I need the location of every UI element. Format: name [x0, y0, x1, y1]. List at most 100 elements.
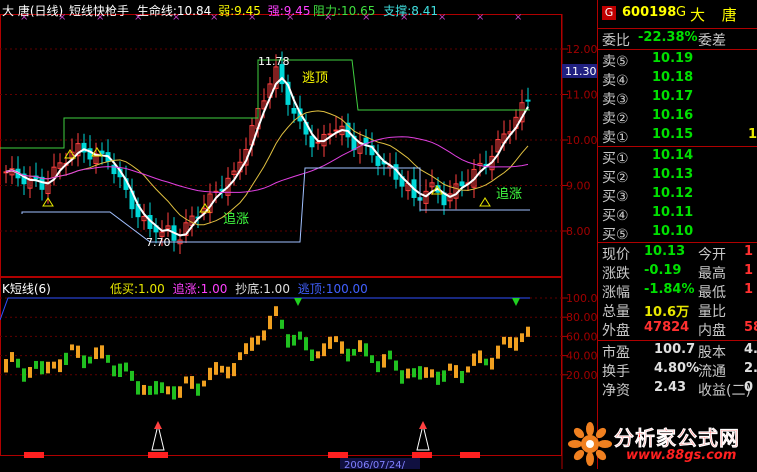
ask-label: 卖④: [602, 73, 629, 89]
oscillator-bar: [28, 367, 32, 378]
bid-label: 买⑤: [602, 227, 629, 243]
bid-row: 买③ 10.12: [598, 186, 757, 205]
oscillator-bar: [172, 386, 176, 400]
oscillator-bar: [100, 345, 104, 359]
low-marker: 7.70: [146, 236, 171, 249]
sub-tick-label: 40.00: [566, 350, 597, 363]
price-tick-label: 12.00: [566, 43, 597, 56]
ask-price: 10.19: [652, 51, 694, 66]
sell-arrow-icon: [512, 298, 520, 306]
oscillator-bar: [418, 366, 422, 380]
ask-label: 卖⑤: [602, 54, 629, 70]
oscillator-bar: [460, 371, 464, 384]
indicator-name: 短线快枪手: [69, 4, 130, 18]
divider: [598, 49, 757, 50]
ask-volume: 1: [748, 127, 757, 142]
oscillator-bar: [346, 348, 350, 362]
ask-row: 卖① 10.15 1: [598, 127, 757, 146]
oscillator-bar: [16, 358, 20, 368]
oscillator-bar: [388, 350, 392, 360]
oscillator-bar: [136, 381, 140, 395]
oscillator-bar: [202, 380, 206, 387]
x-mark: ×: [438, 12, 446, 23]
bid-row: 买⑤ 10.10: [598, 224, 757, 243]
stat-row: 现价 10.13 今开 1: [598, 244, 757, 263]
signal-block: [412, 452, 432, 458]
oscillator-bar: [424, 367, 428, 378]
bid-price: 10.10: [652, 224, 694, 239]
oscillator-bar: [70, 344, 74, 351]
oscillator-bar: [106, 354, 110, 363]
oscillator-bar: [520, 333, 524, 343]
ask-price: 10.15: [652, 127, 694, 142]
oscillator-bar: [238, 352, 242, 361]
sub-tick-label: 80.00: [566, 311, 597, 324]
watermark-url: www.88gs.com: [626, 448, 737, 463]
oscillator-bar: [286, 334, 290, 348]
divider: [598, 146, 757, 147]
oscillator-bar: [502, 336, 506, 345]
oscillator-bar: [490, 357, 494, 370]
x-mark: ×: [476, 12, 484, 23]
stat-row: 外盘 47824 内盘 58: [598, 320, 757, 339]
support-value: 8.41: [411, 4, 438, 18]
oscillator-bar: [484, 358, 488, 366]
resistance-value: 10.65: [341, 4, 376, 18]
fundamental-value-2: 2.2: [744, 361, 757, 376]
bid-price: 10.13: [652, 167, 694, 182]
candle-body: [309, 135, 315, 148]
candle-body: [333, 129, 339, 132]
oscillator-bar: [166, 386, 170, 395]
oscillator-bar: [10, 352, 14, 362]
fundamental-value: 4.80%: [654, 361, 700, 376]
candle-body: [291, 107, 297, 114]
stat-value: -0.19: [644, 263, 682, 278]
divider: [598, 340, 757, 341]
life-line-label: 生命线:: [136, 4, 177, 18]
stat-label-2: 最低: [698, 285, 726, 301]
escape-label: 逃顶:: [297, 282, 326, 296]
divider: [598, 242, 757, 243]
oscillator-bar: [250, 337, 254, 351]
price-tick-label: 9.00: [566, 180, 591, 193]
ask-label: 卖③: [602, 92, 629, 108]
sub-chart-title: K短线(6): [2, 282, 51, 296]
candle-body: [459, 181, 465, 187]
oscillator-bar: [220, 365, 224, 373]
oscillator-bar: [364, 343, 368, 357]
oscillator-bar: [352, 348, 356, 356]
oscillator-bar: [148, 385, 152, 395]
signal-triangle: [479, 197, 491, 207]
ratio-value: -22.38%: [638, 30, 698, 45]
oscillator-bar: [376, 361, 380, 373]
support-label: 支撑:: [383, 4, 412, 18]
oscillator-bar: [244, 343, 248, 355]
chase-annotation: 追涨: [223, 211, 249, 227]
fundamental-label: 净资: [602, 383, 630, 399]
bid-price: 10.14: [652, 148, 694, 163]
oscillator-bar: [130, 370, 134, 381]
oscillator-bar: [214, 362, 218, 375]
chart-svg[interactable]: 12.0011.0010.009.008.0011.30× × × × × × × × × × × ×…: [0, 0, 597, 469]
oscillator-bar: [178, 386, 182, 398]
stat-value-2: 58: [744, 320, 757, 335]
quote-panel: G 600198 G 大 唐 委比 -22.38% 委差 卖⑤ 10.19 卖④ 10…: [597, 0, 757, 469]
buy-low-label: 低买:: [110, 282, 139, 296]
fundamental-row: 换手 4.80%流通 2.2: [598, 361, 757, 380]
chart-area[interactable]: 12.00 11.00 10.00 9.00 8.00 11.30 × × × × × × × × × × × ×…: [0, 0, 597, 469]
x-mark: ×: [514, 12, 522, 23]
fundamental-value-2: 0: [744, 380, 754, 395]
oscillator-bar: [4, 359, 8, 373]
sub-tick-label: 100.00: [566, 292, 597, 305]
oscillator-bar: [382, 354, 386, 368]
ask-label: 卖②: [602, 111, 629, 127]
oscillator-bar: [370, 355, 374, 363]
fundamental-row: 市盈 100.7股本 4.3: [598, 342, 757, 361]
life-line-value: 10.84: [176, 4, 212, 18]
stat-value-2: 1: [744, 282, 754, 297]
bid-label: 买④: [602, 208, 629, 224]
stat-label: 涨跌: [602, 266, 630, 282]
stat-label-2: 内盘: [698, 323, 726, 339]
bid-price: 10.12: [652, 186, 694, 201]
oscillator-bar: [334, 336, 338, 343]
